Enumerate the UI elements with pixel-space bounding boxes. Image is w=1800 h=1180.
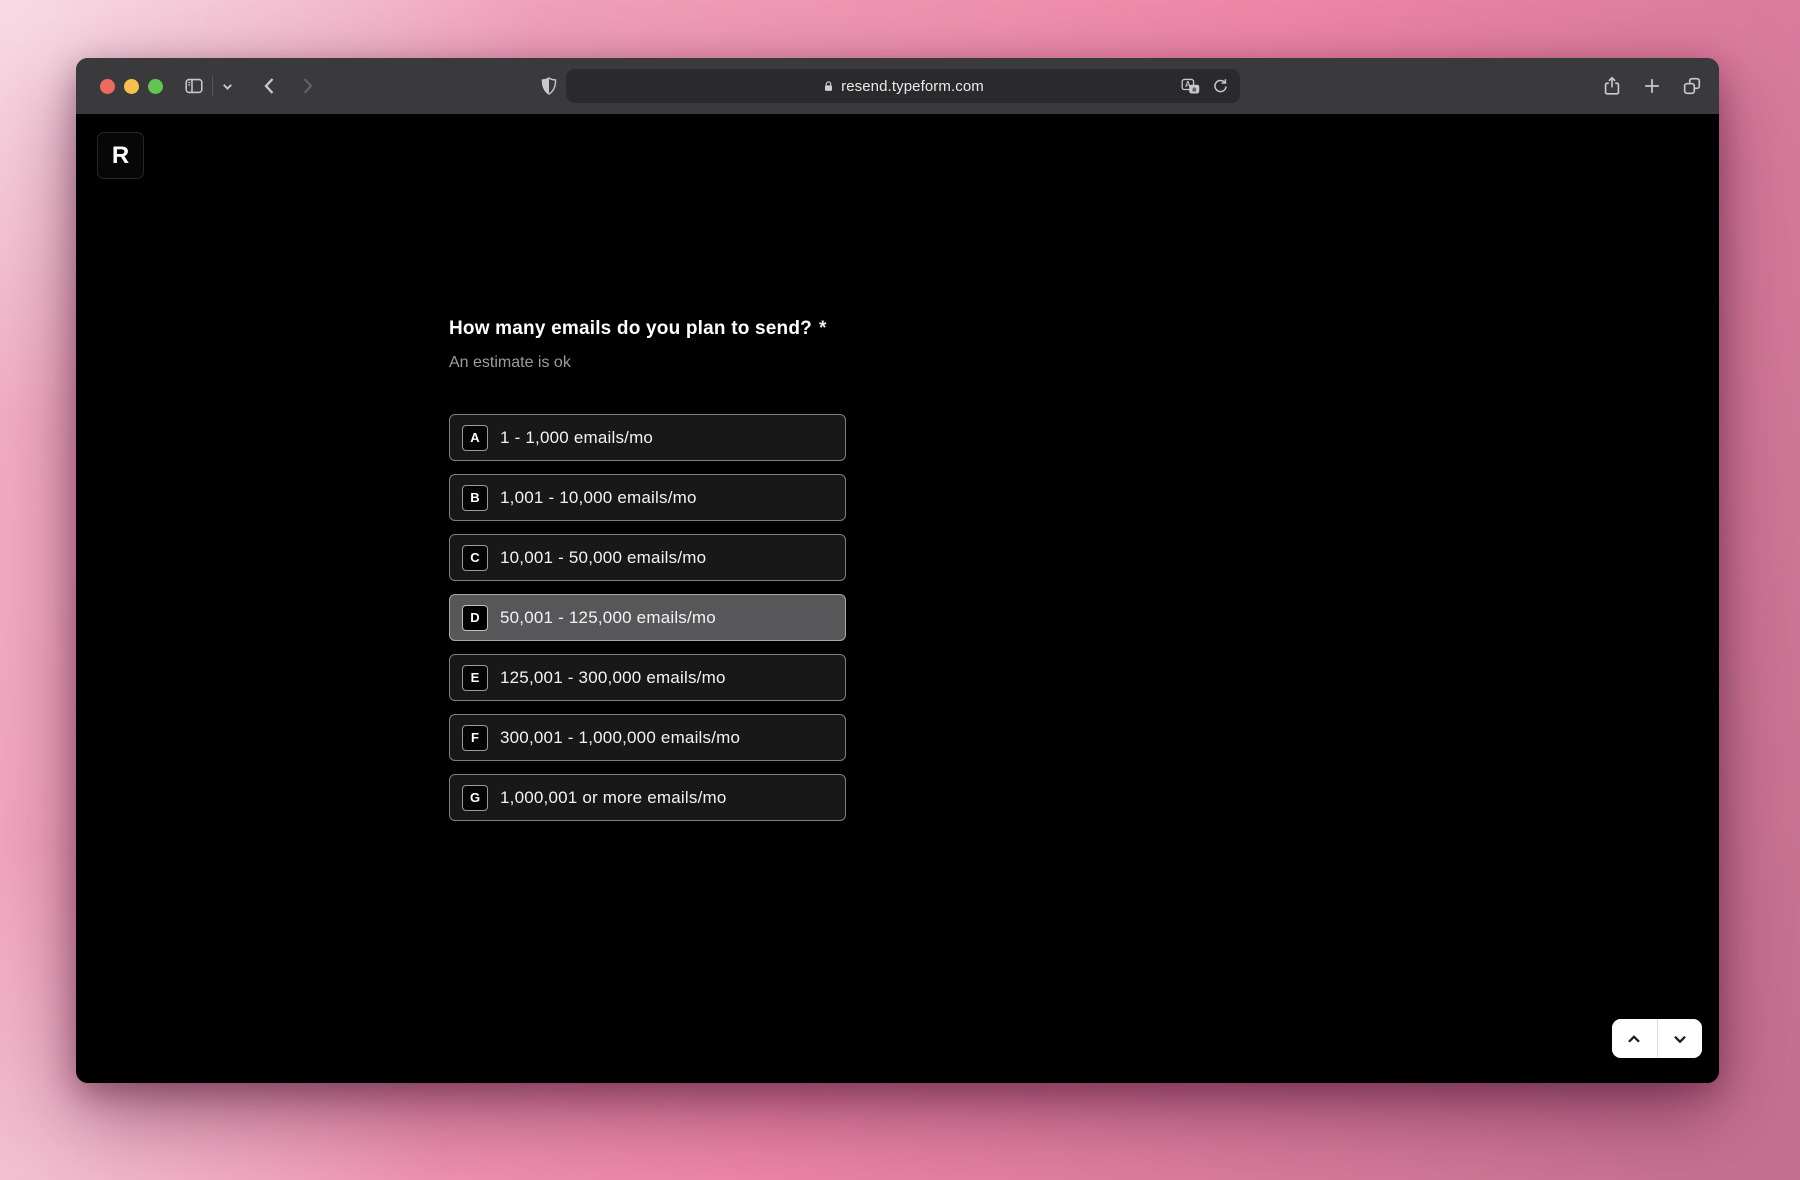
option-key-badge: C <box>462 545 488 571</box>
question-title: How many emails do you plan to send?* <box>449 318 1049 340</box>
traffic-lights <box>100 58 163 114</box>
option-key-badge: A <box>462 425 488 451</box>
privacy-shield-icon[interactable] <box>538 75 560 97</box>
option-E[interactable]: E 125,001 - 300,000 emails/mo <box>449 654 846 701</box>
tab-overview-icon[interactable] <box>1681 75 1703 97</box>
option-key-badge: D <box>462 605 488 631</box>
option-B[interactable]: B 1,001 - 10,000 emails/mo <box>449 474 846 521</box>
forward-button-icon <box>295 74 319 98</box>
site-logo-letter: R <box>112 142 129 170</box>
page-content: R How many emails do you plan to send?* … <box>76 114 1719 1083</box>
svg-text:a: a <box>1192 86 1196 93</box>
option-label: 1,000,001 or more emails/mo <box>500 788 727 808</box>
traffic-light-close[interactable] <box>100 79 115 94</box>
back-button-icon[interactable] <box>258 74 282 98</box>
option-label: 125,001 - 300,000 emails/mo <box>500 668 726 688</box>
question-description: An estimate is ok <box>449 354 1049 372</box>
option-key-badge: G <box>462 785 488 811</box>
option-key-badge: E <box>462 665 488 691</box>
site-logo[interactable]: R <box>97 132 144 179</box>
sidebar-toggle-icon[interactable] <box>183 75 205 97</box>
traffic-light-minimize[interactable] <box>124 79 139 94</box>
option-key-badge: F <box>462 725 488 751</box>
new-tab-plus-icon[interactable] <box>1641 75 1663 97</box>
previous-question-button[interactable] <box>1612 1019 1657 1058</box>
option-C[interactable]: C 10,001 - 50,000 emails/mo <box>449 534 846 581</box>
option-A[interactable]: A 1 - 1,000 emails/mo <box>449 414 846 461</box>
traffic-light-zoom[interactable] <box>148 79 163 94</box>
translate-icon[interactable]: A a <box>1180 76 1201 96</box>
sidebar-chevron-down-icon[interactable] <box>220 79 235 94</box>
browser-window: resend.typeform.com A a <box>76 58 1719 1083</box>
question-nav <box>1612 1019 1702 1058</box>
options-list: A 1 - 1,000 emails/mo B 1,001 - 10,000 e… <box>449 414 846 834</box>
option-key-badge: B <box>462 485 488 511</box>
question-block: How many emails do you plan to send?* An… <box>449 318 1049 372</box>
option-label: 50,001 - 125,000 emails/mo <box>500 608 716 628</box>
browser-toolbar: resend.typeform.com A a <box>76 58 1719 114</box>
option-G[interactable]: G 1,000,001 or more emails/mo <box>449 774 846 821</box>
lock-icon <box>822 80 835 93</box>
required-marker: * <box>819 318 827 339</box>
toolbar-divider <box>212 76 213 96</box>
share-icon[interactable] <box>1601 75 1623 97</box>
option-label: 300,001 - 1,000,000 emails/mo <box>500 728 740 748</box>
next-question-button[interactable] <box>1658 1019 1703 1058</box>
chevron-up-icon <box>1623 1029 1645 1049</box>
option-label: 10,001 - 50,000 emails/mo <box>500 548 706 568</box>
option-D[interactable]: D 50,001 - 125,000 emails/mo <box>449 594 846 641</box>
reload-icon[interactable] <box>1211 77 1230 96</box>
option-F[interactable]: F 300,001 - 1,000,000 emails/mo <box>449 714 846 761</box>
url-text: resend.typeform.com <box>841 78 984 95</box>
address-bar[interactable]: resend.typeform.com A a <box>566 69 1240 103</box>
chevron-down-icon <box>1669 1029 1691 1049</box>
option-label: 1 - 1,000 emails/mo <box>500 428 653 448</box>
option-label: 1,001 - 10,000 emails/mo <box>500 488 697 508</box>
